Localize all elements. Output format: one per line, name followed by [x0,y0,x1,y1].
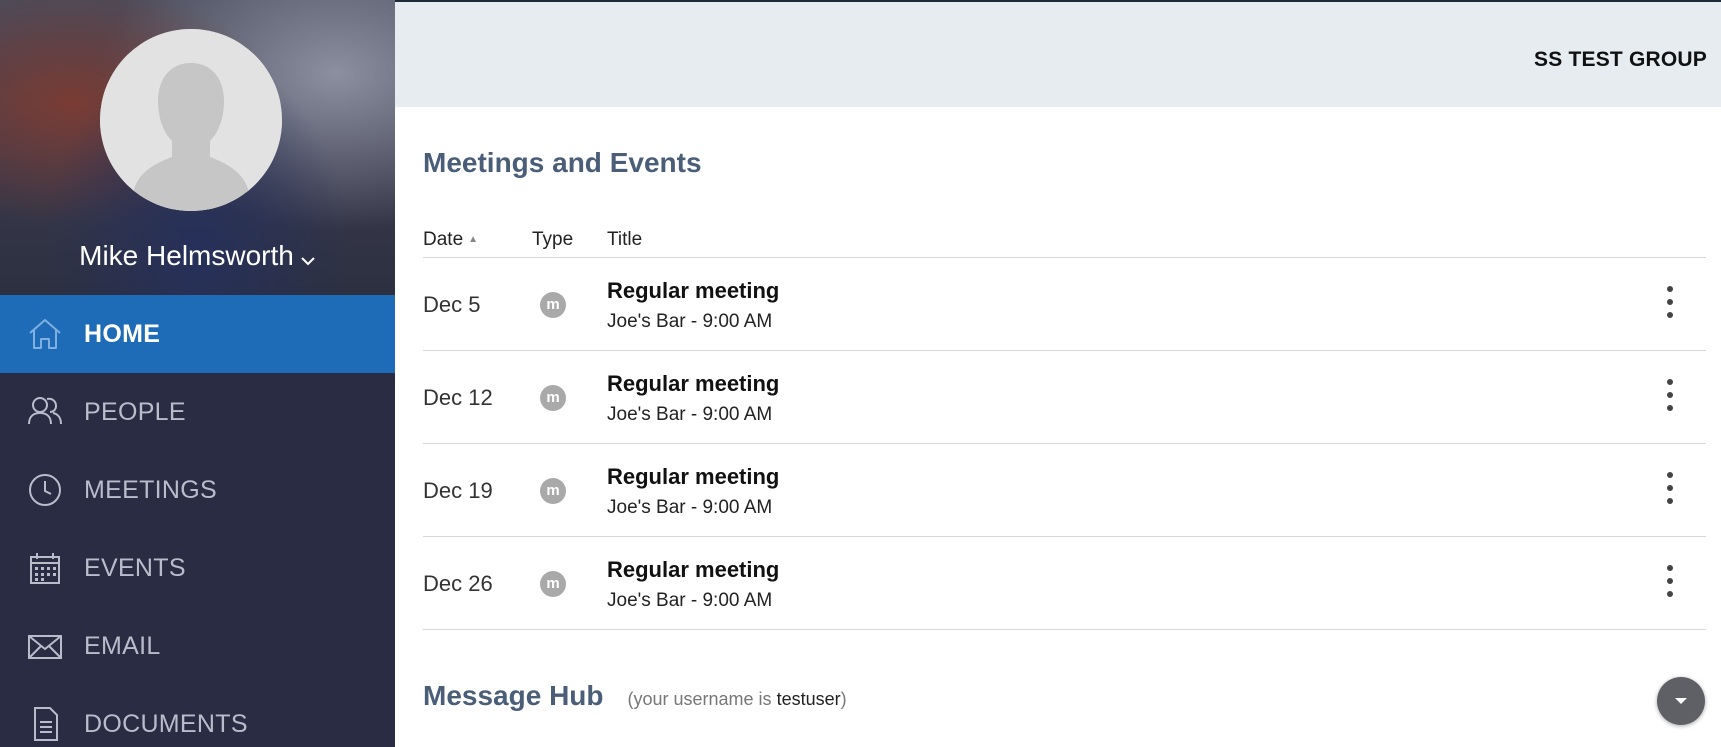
caret-down-icon [1675,698,1687,704]
row-subtitle: Joe's Bar - 9:00 AM [607,497,773,518]
sort-ascending-icon: ▲ [468,234,479,246]
table-header: Date ▲ Type Title [423,221,1706,258]
row-subtitle: Joe's Bar - 9:00 AM [607,404,773,425]
sidebar-item-events[interactable]: EVENTS [0,529,395,607]
sidebar-item-label: EMAIL [84,631,161,660]
meetings-section-title: Meetings and Events [423,147,702,178]
username-note: (your username is testuser) [628,689,847,710]
sidebar-item-meetings[interactable]: MEETINGS [0,451,395,529]
sidebar-item-label: EVENTS [84,553,186,582]
sidebar-item-home[interactable]: HOME [0,295,395,373]
username-note-prefix: (your username is [627,689,777,709]
avatar-silhouette-icon [100,29,282,211]
top-header: SS TEST GROUP [395,0,1721,107]
column-header-date[interactable]: Date ▲ [423,229,478,251]
row-title: Regular meeting [607,371,780,396]
meeting-type-icon: m [540,385,566,411]
clock-icon [26,471,64,509]
home-icon [26,315,64,353]
message-hub-title: Message Hub [423,680,604,711]
sidebar-nav: HOME PEOPLE MEETINGS EVENTS EMAIL DOCUME… [0,295,395,747]
more-options-icon[interactable] [1662,379,1678,417]
chevron-down-icon [300,242,316,274]
sidebar-item-documents[interactable]: DOCUMENTS [0,685,395,747]
meetings-table: Date ▲ Type Title Dec 5 m Regular meeting… [423,221,1706,630]
table-row[interactable]: Dec 26 m Regular meeting Joe's Bar - 9:0… [423,537,1706,630]
sidebar-item-label: DOCUMENTS [84,709,248,738]
row-title: Regular meeting [607,278,780,303]
main-content: Meetings and Events Date ▲ Type Title Dec… [395,107,1721,747]
more-options-icon[interactable] [1662,286,1678,324]
profile-name: Mike Helmsworth [79,240,294,271]
row-date: Dec 5 [423,292,481,317]
more-options-icon[interactable] [1662,565,1678,603]
avatar[interactable] [100,29,282,211]
more-options-icon[interactable] [1662,472,1678,510]
row-subtitle: Joe's Bar - 9:00 AM [607,311,773,332]
profile-name-menu[interactable]: Mike Helmsworth [0,240,395,274]
profile-panel: Mike Helmsworth [0,0,395,295]
table-row[interactable]: Dec 5 m Regular meeting Joe's Bar - 9:00… [423,258,1706,351]
sidebar-item-label: MEETINGS [84,475,217,504]
document-icon [26,705,64,743]
column-header-type[interactable]: Type [532,229,573,251]
group-name[interactable]: SS TEST GROUP [1534,48,1707,72]
scroll-down-button[interactable] [1657,677,1705,725]
sidebar-item-label: PEOPLE [84,397,186,426]
sidebar-item-email[interactable]: EMAIL [0,607,395,685]
row-subtitle: Joe's Bar - 9:00 AM [607,590,773,611]
message-hub-header: Message Hub (your username is testuser) [423,680,847,712]
meeting-type-icon: m [540,478,566,504]
row-title: Regular meeting [607,557,780,582]
people-icon [26,393,64,431]
row-date: Dec 12 [423,385,493,410]
row-title: Regular meeting [607,464,780,489]
username: testuser [776,689,841,709]
calendar-icon [26,549,64,587]
sidebar-item-label: HOME [84,319,161,348]
table-row[interactable]: Dec 19 m Regular meeting Joe's Bar - 9:0… [423,444,1706,537]
meeting-type-icon: m [540,571,566,597]
sidebar: Mike Helmsworth HOME PEOPLE MEETINGS EVE… [0,0,395,747]
envelope-icon [26,627,64,665]
column-header-label: Date [423,229,464,250]
column-header-title[interactable]: Title [607,229,642,251]
meeting-type-icon: m [540,292,566,318]
sidebar-item-people[interactable]: PEOPLE [0,373,395,451]
row-date: Dec 26 [423,571,493,596]
username-note-suffix: ) [840,689,847,709]
row-date: Dec 19 [423,478,493,503]
table-row[interactable]: Dec 12 m Regular meeting Joe's Bar - 9:0… [423,351,1706,444]
